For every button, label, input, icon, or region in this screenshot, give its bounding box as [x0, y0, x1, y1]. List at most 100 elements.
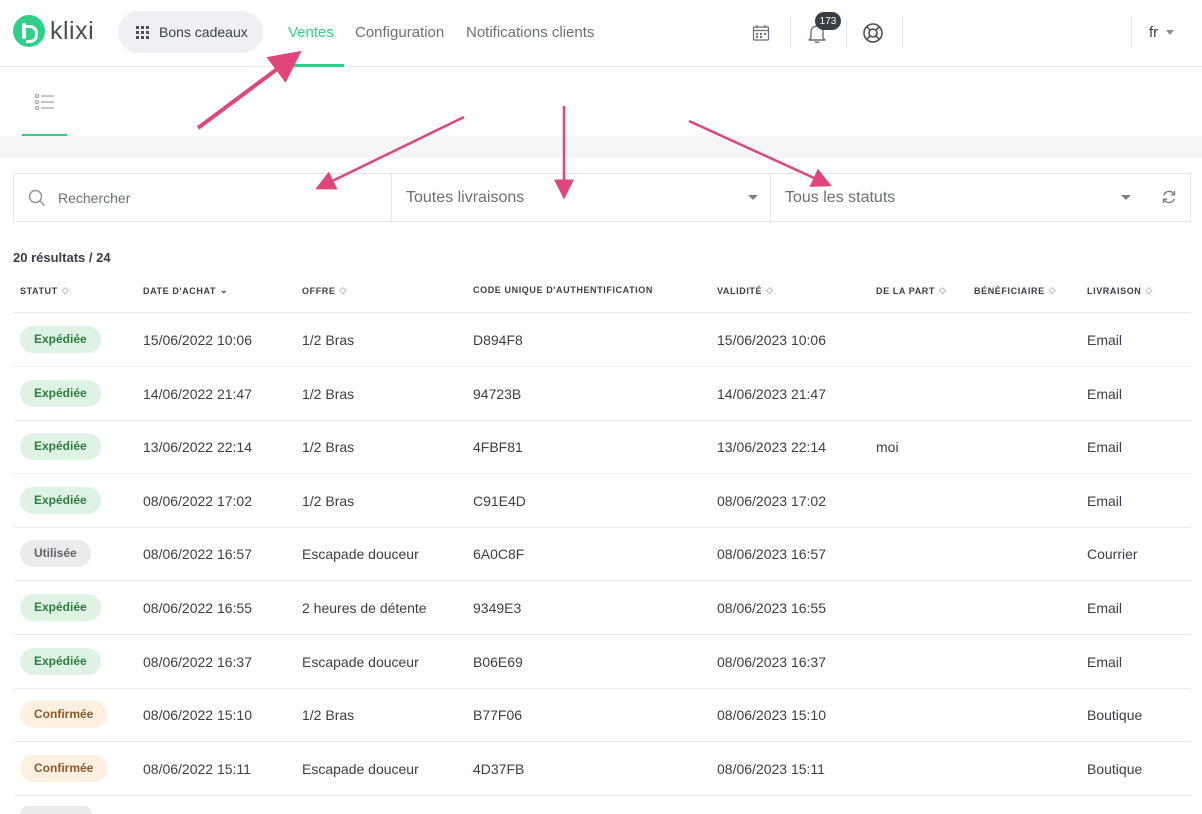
cell-livraison-text: Email [1087, 653, 1123, 670]
cell-status: Expédiée [20, 635, 101, 688]
filter-bar: Toutes livraisons Tous les statuts [13, 173, 1191, 222]
app-switcher-button[interactable]: Bons cadeaux [118, 11, 263, 53]
table-row[interactable]: Expédiée 14/06/2022 21:47 1/2 Bras 94723B 14… [13, 367, 1191, 421]
cell-status: Expédiée [20, 474, 101, 527]
cell-livraison-text: Email [1087, 492, 1123, 509]
cell-code: 4FBF81 [473, 420, 523, 473]
results-count: 20 résultats / 24 [13, 250, 111, 265]
calendar-button[interactable] [745, 17, 777, 49]
divider [1131, 17, 1132, 47]
sort-icon: ◇ [766, 285, 774, 295]
grid-icon [136, 25, 149, 39]
cell-date-achat-text: 08/06/2022 16:37 [143, 653, 252, 670]
cell-livraison: Email [1087, 581, 1122, 634]
cell-offre-text: 2 heures de détente [302, 599, 427, 616]
help-button[interactable] [857, 17, 889, 49]
cell-livraison-text: Courrier [1087, 545, 1138, 562]
cell-code-text: B77F06 [473, 706, 523, 723]
delivery-filter-value: Toutes livraisons [406, 188, 525, 206]
cell-validite: 08/06/2023 16:57 [717, 527, 826, 580]
sort-icon: ◇ [61, 285, 70, 295]
cell-validite-text: 08/06/2023 15:11 [717, 760, 825, 777]
column-header-de-la-part[interactable]: DE LA PART ◇ [876, 285, 947, 296]
delivery-filter-select[interactable]: Toutes livraisons [392, 174, 771, 221]
cell-offre: Escapade douceur [302, 742, 419, 795]
search-input[interactable] [58, 189, 358, 206]
cell-status: Expédiée [20, 313, 101, 366]
column-header-offre[interactable]: OFFRE ◇ [302, 285, 347, 296]
klixi-logo-icon [13, 15, 45, 47]
notification-count-badge: 173 [815, 12, 841, 30]
cell-offre: 2 heures de détente [302, 581, 427, 634]
table-row[interactable]: Expédiée 08/06/2022 16:37 Escapade douceur… [13, 635, 1191, 689]
cell-livraison: Email [1087, 635, 1122, 688]
chevron-down-icon [1166, 30, 1175, 35]
cell-livraison: Email [1087, 474, 1122, 527]
chevron-down-icon: ⌄ [220, 285, 229, 295]
cell-livraison-text: Email [1087, 385, 1123, 402]
language-selector[interactable]: fr [1149, 24, 1175, 41]
cell-code-text: 9349E3 [473, 599, 522, 616]
cell-validite: 14/06/2023 21:47 [717, 367, 826, 420]
cell-code-text: 6A0C8F [473, 545, 525, 562]
cell-validite-text: 13/06/2023 22:14 [717, 438, 826, 455]
column-header-statut[interactable]: STATUT ◇ [20, 285, 69, 296]
cell-validite-text: 08/06/2023 16:57 [717, 545, 826, 562]
cell-livraison: Courrier [1087, 527, 1138, 580]
cell-validite-text: 15/06/2023 10:06 [717, 331, 826, 348]
klixi-logo[interactable]: klixi [13, 15, 94, 47]
section-separator [0, 136, 1202, 158]
sort-icon: ◇ [1048, 285, 1057, 295]
cell-livraison-text: Email [1087, 438, 1123, 455]
tab-configuration[interactable]: Configuration [355, 24, 444, 41]
table-row[interactable]: Expédiée 13/06/2022 22:14 1/2 Bras 4FBF81 13… [13, 420, 1191, 474]
tab-notifications-clients[interactable]: Notifications clients [466, 24, 594, 41]
status-badge: Expédiée [20, 594, 101, 621]
chevron-down-icon [1121, 195, 1131, 200]
refresh-button[interactable] [1160, 188, 1178, 206]
tab-ventes[interactable]: Ventes [288, 24, 334, 41]
status-badge [20, 806, 92, 814]
cell-validite-text: 08/06/2023 15:10 [717, 706, 826, 723]
table-row[interactable]: Confirmée 08/06/2022 15:10 1/2 Bras B77F06 0… [13, 688, 1191, 742]
divider [790, 17, 791, 47]
cell-date-achat: 08/06/2022 16:57 [143, 527, 252, 580]
cell-livraison: Email [1087, 367, 1122, 420]
cell-livraison: Email [1087, 313, 1122, 366]
language-value: fr [1149, 24, 1159, 41]
calendar-icon [752, 25, 770, 41]
cell-date-achat: 14/06/2022 21:47 [143, 367, 252, 420]
table-row[interactable]: Confirmée 08/06/2022 15:11 Escapade douceu… [13, 742, 1191, 796]
status-filter-select[interactable]: Tous les statuts [771, 174, 1143, 221]
cell-status: Expédiée [20, 420, 101, 473]
table-row[interactable]: Utilisée 08/06/2022 16:57 Escapade douceur… [13, 527, 1191, 581]
cell-de-la-part-text: moi [876, 438, 899, 455]
cell-date-achat-text: 08/06/2022 16:57 [143, 545, 252, 562]
column-header-livraison[interactable]: LIVRAISON ◇ [1087, 285, 1153, 296]
app-switcher-label: Bons cadeaux [159, 24, 248, 40]
column-header-beneficiaire[interactable]: BÉNÉFICIAIRE ◇ [974, 285, 1056, 296]
table-row[interactable]: Expédiée 08/06/2022 16:55 2 heures de déte… [13, 581, 1191, 635]
status-badge: Confirmée [20, 701, 108, 728]
cell-date-achat-text: 13/06/2022 22:14 [143, 438, 252, 455]
cell-code-text: D894F8 [473, 331, 523, 348]
cell-offre-text: Escapade douceur [302, 545, 419, 562]
cell-code-text: 94723B [473, 385, 522, 402]
column-header-validite[interactable]: VALIDITÉ ◇ [717, 285, 774, 296]
list-view-button[interactable] [22, 68, 67, 136]
cell-validite: 08/06/2023 17:02 [717, 474, 826, 527]
top-navbar: klixi Bons cadeaux Ventes Configuration … [0, 0, 1202, 67]
divider [846, 17, 847, 47]
status-badge: Confirmée [20, 755, 108, 782]
cell-livraison-text: Email [1087, 331, 1123, 348]
cell-date-achat: 15/06/2022 10:06 [143, 313, 252, 366]
table-row[interactable]: Expédiée 15/06/2022 10:06 1/2 Bras D894F8 15… [13, 313, 1191, 367]
cell-date-achat: 08/06/2022 15:11 [143, 742, 251, 795]
cell-offre-text: 1/2 Bras [302, 706, 355, 723]
cell-date-achat-text: 08/06/2022 17:02 [143, 492, 252, 509]
column-header-date-achat[interactable]: DATE D'ACHAT ⌄ [143, 285, 228, 296]
cell-code: 94723B [473, 367, 521, 420]
cell-status: Expédiée [20, 581, 101, 634]
table-row[interactable]: Expédiée 08/06/2022 17:02 1/2 Bras C91E4D 08… [13, 474, 1191, 528]
cell-status: Expédiée [20, 367, 101, 420]
